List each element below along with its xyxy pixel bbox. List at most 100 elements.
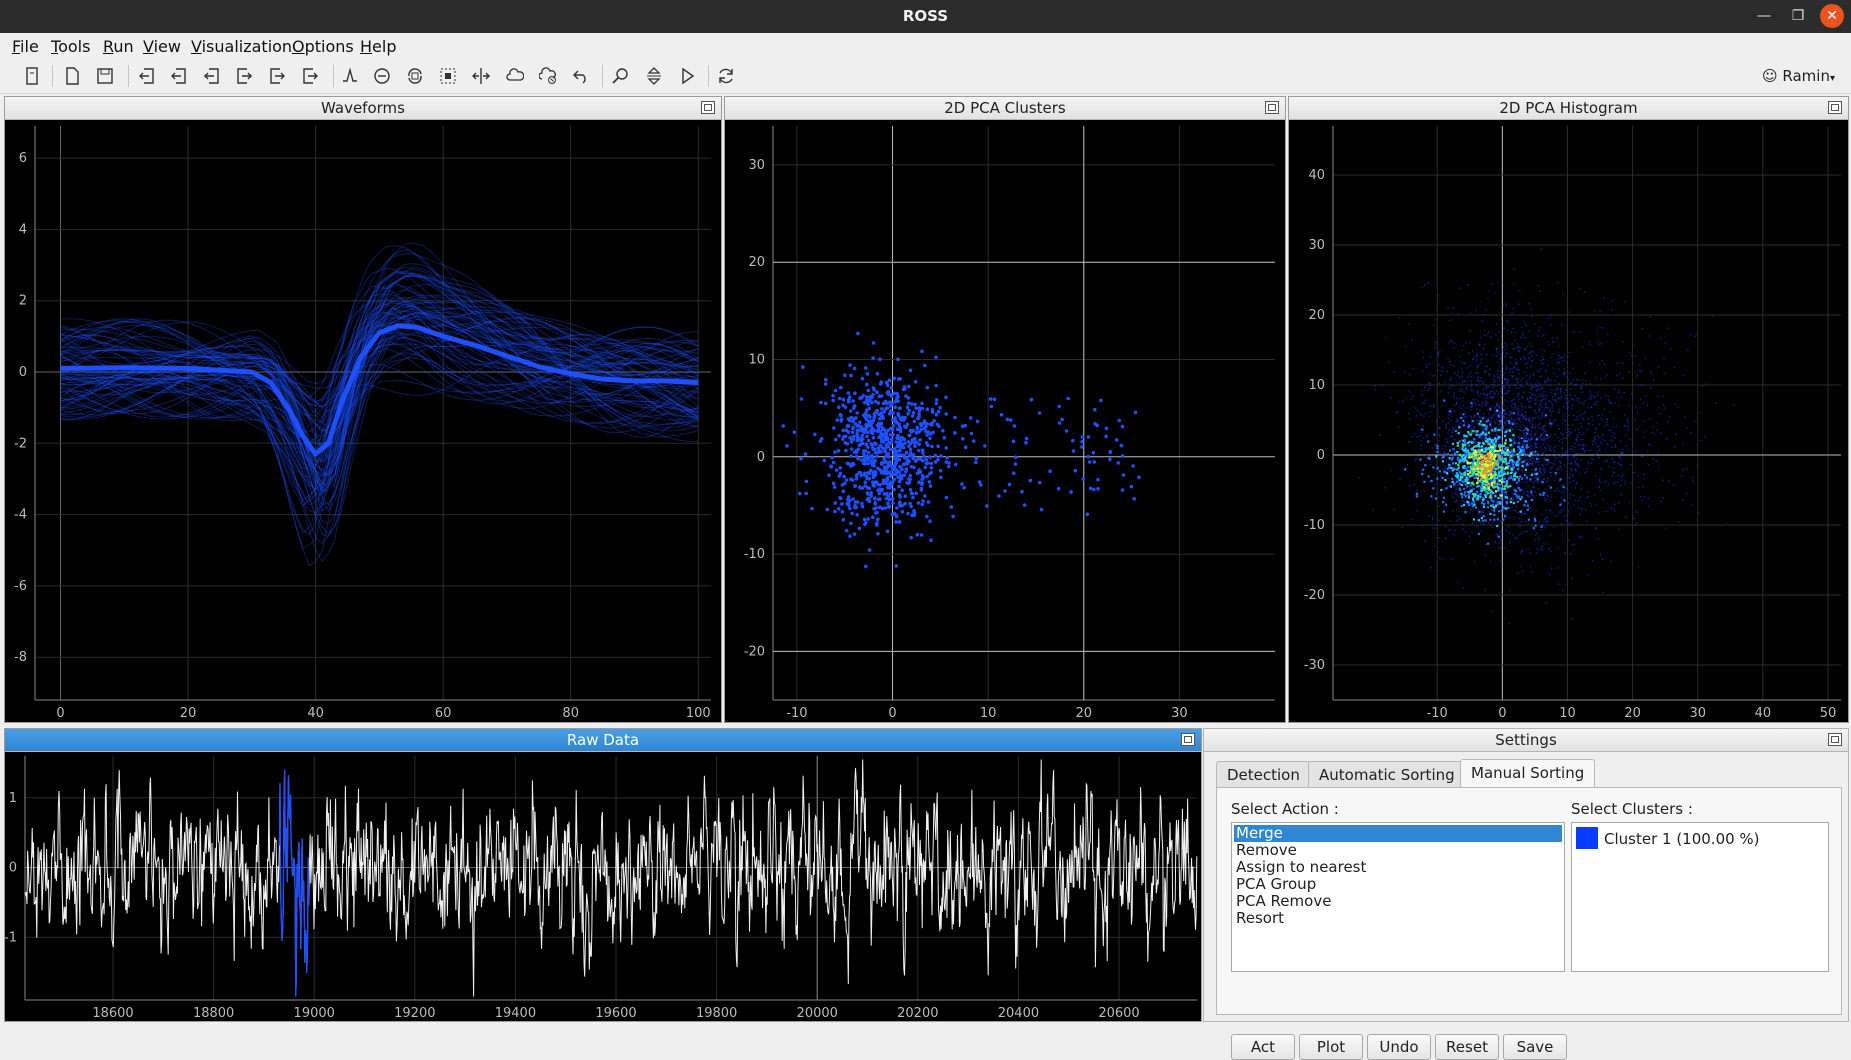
histogram-cell	[1513, 367, 1515, 369]
export-sort-icon[interactable]	[297, 63, 323, 89]
select-area-icon[interactable]	[435, 63, 461, 89]
save-icon[interactable]	[92, 63, 118, 89]
close-icon[interactable]: ✕	[1820, 4, 1844, 28]
list-item[interactable]: Merge	[1234, 825, 1562, 842]
resort-icon[interactable]	[402, 63, 428, 89]
menu-run[interactable]: Run	[103, 37, 134, 56]
scatter-point	[1012, 424, 1017, 428]
scatter-point	[974, 460, 978, 465]
histogram-cell	[1465, 388, 1468, 391]
import-detect-icon[interactable]	[166, 63, 192, 89]
open-raw-icon[interactable]	[19, 63, 45, 89]
waveforms-plot[interactable]: 0 20 40 60 80 100-8-6-4-20246	[5, 120, 721, 721]
histogram-cell	[1519, 453, 1522, 457]
act-button[interactable]: Act	[1231, 1034, 1295, 1060]
histogram-cell	[1456, 444, 1459, 447]
play-icon[interactable]	[674, 63, 700, 89]
histogram-cell	[1451, 415, 1454, 417]
float-panel-icon[interactable]	[701, 101, 715, 114]
raw-data-plot[interactable]: 18600 18800 19000 19200 19400 19600 19800 20000…	[5, 752, 1201, 1020]
plot-button[interactable]: Plot	[1299, 1034, 1363, 1060]
cloud-remove-icon[interactable]	[535, 63, 561, 89]
histogram-cell	[1448, 529, 1450, 531]
reset-button[interactable]: Reset	[1435, 1034, 1499, 1060]
undo-icon[interactable]	[568, 63, 594, 89]
cloud-icon[interactable]	[502, 63, 528, 89]
split-icon[interactable]	[468, 63, 494, 89]
histogram-cell	[1529, 475, 1532, 477]
pca-histogram-panel: 2D PCA Histogram -10 0 10 20 30 40 50 -30 -20 -10…	[1288, 96, 1849, 723]
menu-file[interactable]: File	[12, 37, 39, 56]
histogram-cell	[1650, 371, 1652, 373]
float-panel-icon[interactable]	[1828, 733, 1842, 746]
menu-options[interactable]: Options	[292, 37, 354, 56]
histogram-cell	[1530, 422, 1532, 425]
histogram-cell	[1454, 372, 1456, 374]
remove-icon[interactable]	[369, 63, 395, 89]
action-list[interactable]: Merge Remove Assign to nearest PCA Group…	[1231, 822, 1565, 972]
float-panel-icon[interactable]	[1265, 101, 1279, 114]
export-icon[interactable]	[231, 63, 257, 89]
histogram-cell	[1559, 445, 1561, 447]
cluster-list[interactable]: Cluster 1 (100.00 %)	[1571, 822, 1829, 972]
scatter-point	[867, 450, 871, 455]
list-item[interactable]: Remove	[1234, 842, 1562, 859]
histogram-cell	[1544, 518, 1546, 520]
float-panel-icon[interactable]	[1828, 101, 1842, 114]
tab-manual-sorting[interactable]: Manual Sorting	[1460, 759, 1596, 789]
import-icon[interactable]	[134, 63, 160, 89]
histogram-cell	[1546, 521, 1549, 523]
tab-detection[interactable]: Detection	[1216, 761, 1311, 788]
histogram-cell	[1449, 379, 1451, 381]
user-menu[interactable]: ☺ Ramin▾	[1762, 67, 1835, 85]
menu-help[interactable]: Help	[360, 37, 396, 56]
scatter-point	[1132, 497, 1136, 501]
histogram-cell	[1463, 416, 1466, 418]
export-detect-icon[interactable]	[264, 63, 290, 89]
list-item[interactable]: PCA Group	[1234, 876, 1562, 893]
minimize-icon[interactable]: —	[1752, 4, 1776, 28]
histogram-cell	[1562, 421, 1564, 424]
histogram-cell	[1579, 496, 1581, 498]
histogram-cell	[1437, 354, 1439, 357]
scatter-point	[895, 396, 899, 400]
cluster-item[interactable]: Cluster 1 (100.00 %)	[1604, 830, 1760, 848]
histogram-cell	[1558, 411, 1560, 413]
histogram-cell	[1513, 384, 1515, 386]
zoom-icon[interactable]	[608, 63, 634, 89]
tab-automatic-sorting[interactable]: Automatic Sorting	[1308, 761, 1466, 788]
menu-view[interactable]: View	[143, 37, 181, 56]
list-item[interactable]: Assign to nearest	[1234, 859, 1562, 876]
restore-icon[interactable]: ❐	[1786, 4, 1810, 28]
histogram-cell	[1556, 468, 1558, 470]
pca-clusters-plot[interactable]: -10 0 10 20 30-20-100102030	[725, 120, 1285, 721]
save-button[interactable]: Save	[1503, 1034, 1567, 1060]
histogram-cell	[1563, 492, 1565, 495]
expand-vertical-icon[interactable]	[641, 63, 667, 89]
histogram-cell	[1691, 504, 1693, 506]
histogram-cell	[1477, 448, 1480, 452]
refresh-icon[interactable]	[713, 63, 739, 89]
histogram-cell	[1635, 450, 1637, 452]
import-sort-icon[interactable]	[199, 63, 225, 89]
histogram-cell	[1619, 373, 1621, 375]
list-item[interactable]: Resort	[1234, 910, 1562, 927]
detect-icon[interactable]	[337, 63, 363, 89]
float-panel-icon[interactable]	[1181, 733, 1195, 746]
histogram-cell	[1440, 374, 1442, 377]
histogram-cell	[1588, 390, 1591, 393]
undo-button[interactable]: Undo	[1367, 1034, 1431, 1060]
menu-visualization[interactable]: Visualization	[191, 37, 292, 56]
scatter-point	[924, 461, 928, 466]
histogram-cell	[1493, 482, 1497, 485]
histogram-cell	[1477, 392, 1479, 394]
list-item[interactable]: PCA Remove	[1234, 893, 1562, 910]
pca-histogram-plot[interactable]: -10 0 10 20 30 40 50-30-20-10010203040	[1289, 120, 1848, 721]
histogram-cell	[1509, 471, 1513, 474]
menu-tools[interactable]: Tools	[51, 37, 90, 56]
new-file-icon[interactable]	[59, 63, 85, 89]
histogram-cell	[1506, 353, 1508, 355]
histogram-cell	[1544, 380, 1546, 382]
histogram-cell	[1496, 354, 1498, 357]
histogram-cell	[1598, 480, 1600, 482]
